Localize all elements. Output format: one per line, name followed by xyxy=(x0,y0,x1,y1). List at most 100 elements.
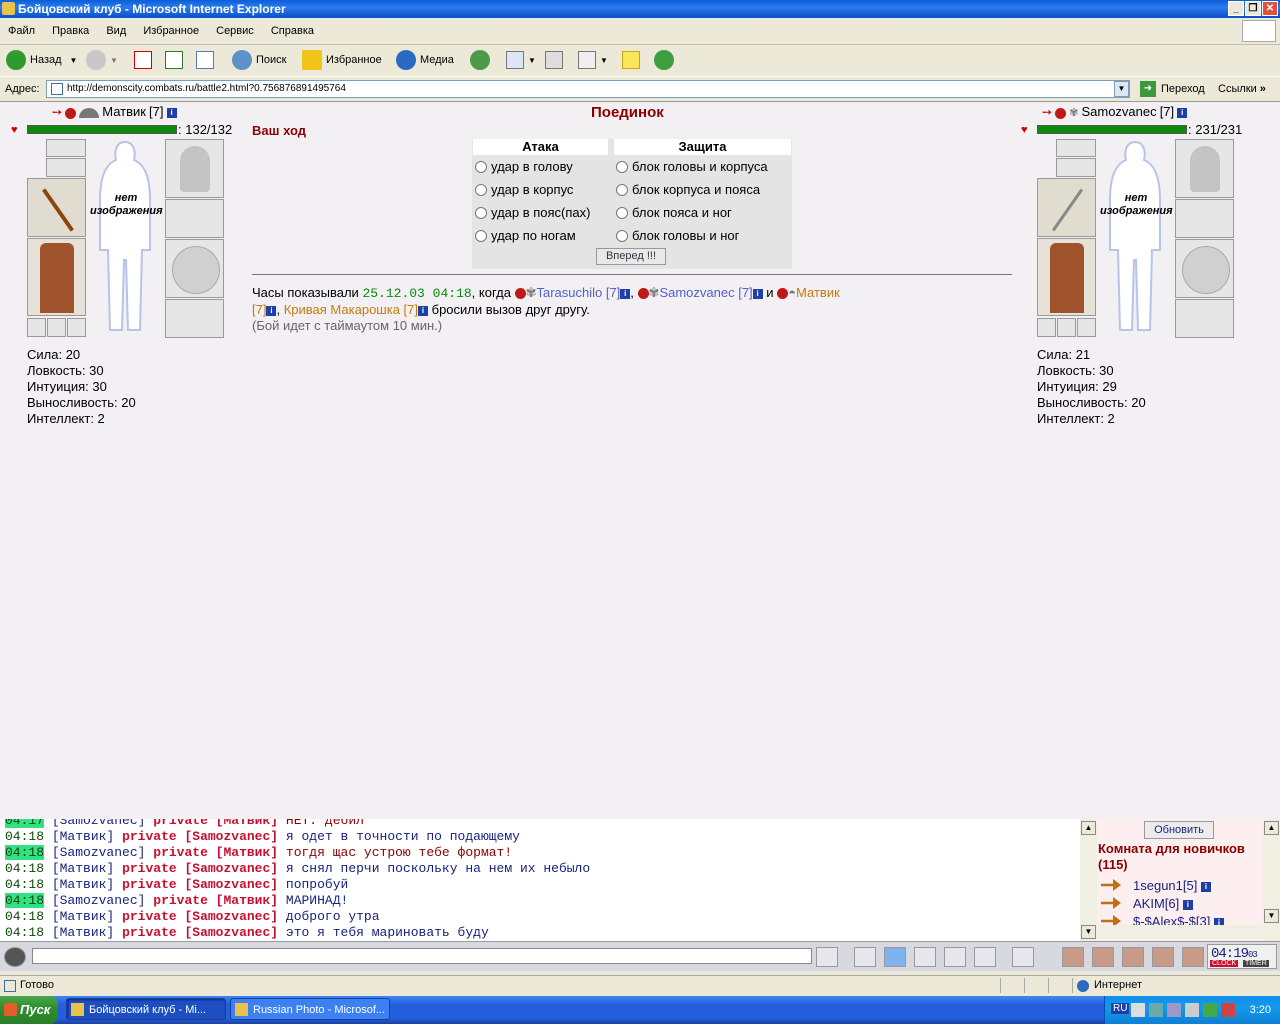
smile-icon[interactable] xyxy=(1012,947,1034,967)
tool-button-2[interactable] xyxy=(1092,947,1114,967)
forward-button[interactable]: ▼ xyxy=(86,49,118,71)
room-scrollbar[interactable]: ▲ ▼ xyxy=(1263,819,1280,941)
language-indicator[interactable]: RU xyxy=(1111,1003,1130,1014)
chat-sender[interactable]: [Samozvanec] xyxy=(52,845,146,860)
info-icon[interactable]: i xyxy=(1182,899,1193,910)
log-player-krivaya[interactable]: Кривая Макарошка [7] xyxy=(284,302,418,317)
tray-icon-3[interactable] xyxy=(1167,1003,1181,1017)
favorites-button[interactable]: Избранное xyxy=(302,49,382,71)
exit-button[interactable] xyxy=(1182,947,1204,967)
translit-button[interactable] xyxy=(974,947,996,967)
right-player-name[interactable]: Samozvanec xyxy=(1081,104,1156,119)
close-button[interactable]: ✕ xyxy=(1262,1,1278,16)
maximize-button[interactable]: ❐ xyxy=(1245,1,1261,16)
room-horizontal-scrollbar[interactable] xyxy=(1097,925,1263,939)
left-slot-helmet[interactable] xyxy=(165,139,224,198)
home-button[interactable] xyxy=(196,49,218,71)
right-slot-earrings[interactable] xyxy=(1056,139,1096,157)
left-slot-shield[interactable] xyxy=(165,239,224,298)
left-slot-ring-2[interactable] xyxy=(47,318,66,337)
info-icon[interactable]: i xyxy=(752,288,763,299)
go-button[interactable]: ➜ Переход xyxy=(1140,81,1205,97)
menu-tools[interactable]: Сервис xyxy=(208,18,260,37)
edit-button[interactable]: ▼ xyxy=(578,49,608,71)
attack-belt-radio[interactable] xyxy=(475,206,487,219)
left-slot-gloves[interactable] xyxy=(165,199,224,238)
notes-button[interactable] xyxy=(622,49,644,71)
left-slot-armor[interactable] xyxy=(27,238,86,316)
chat-scrollbar[interactable]: ▲ ▼ xyxy=(1080,819,1097,941)
links-button[interactable]: Ссылки » xyxy=(1218,83,1266,95)
chat-private-target[interactable]: private [Матвик] xyxy=(153,819,278,828)
info-icon[interactable]: i xyxy=(166,108,177,119)
info-icon[interactable]: i xyxy=(620,288,631,299)
chat-sender[interactable]: [Матвик] xyxy=(52,829,114,844)
right-slot-helmet[interactable] xyxy=(1175,139,1234,198)
left-slot-earrings[interactable] xyxy=(46,139,86,157)
attack-legs-radio[interactable] xyxy=(475,229,487,242)
log-player-tarasuchilo[interactable]: Tarasuchilo [7] xyxy=(536,285,620,300)
left-slot-ring-1[interactable] xyxy=(27,318,46,337)
chat-private-target[interactable]: private [Матвик] xyxy=(153,893,278,908)
tool-button-3[interactable] xyxy=(1122,947,1144,967)
tray-icon-2[interactable] xyxy=(1149,1003,1163,1017)
right-slot-ring-1[interactable] xyxy=(1037,318,1056,337)
back-button[interactable]: Назад ▼ xyxy=(6,49,77,71)
icq-button[interactable] xyxy=(654,49,678,71)
chat-private-target[interactable]: private [Samozvanec] xyxy=(122,829,278,844)
right-slot-ring-3[interactable] xyxy=(1077,318,1096,337)
info-icon[interactable]: i xyxy=(1200,881,1211,892)
history-button[interactable] xyxy=(470,49,494,71)
attack-legs-option[interactable]: удар по ногам xyxy=(475,228,576,243)
task-fight-club[interactable]: Бойцовский клуб - Mi... xyxy=(66,998,226,1020)
attack-head-radio[interactable] xyxy=(475,160,487,173)
chat-head-icon[interactable] xyxy=(4,947,26,967)
tool-button-4[interactable] xyxy=(1152,947,1174,967)
chat-private-target[interactable]: private [Samozvanec] xyxy=(122,861,278,876)
right-slot-shield[interactable] xyxy=(1175,239,1234,298)
forward-attack-button[interactable]: Вперед !!! xyxy=(596,248,666,265)
attack-belt-option[interactable]: удар в пояс(пах) xyxy=(475,205,590,220)
log-player-samozvanec[interactable]: Samozvanec [7] xyxy=(659,285,752,300)
task-russian-photo[interactable]: Russian Photo - Microsof... xyxy=(230,998,390,1020)
right-slot-boots[interactable] xyxy=(1175,299,1234,338)
address-input[interactable]: http://demonscity.combats.ru/battle2.htm… xyxy=(46,80,1130,98)
defense-head-legs-radio[interactable] xyxy=(616,229,628,242)
defense-head-body-option[interactable]: блок головы и корпуса xyxy=(616,159,768,174)
defense-head-body-radio[interactable] xyxy=(616,160,628,173)
chat-private-target[interactable]: private [Samozvanec] xyxy=(122,925,278,940)
tray-icon-5[interactable] xyxy=(1203,1003,1217,1017)
start-button[interactable]: Пуск xyxy=(0,996,58,1024)
defense-belt-legs-option[interactable]: блок пояса и ног xyxy=(616,205,732,220)
chat-private-target[interactable]: private [Матвик] xyxy=(153,845,278,860)
defense-body-belt-radio[interactable] xyxy=(616,183,628,196)
minimize-button[interactable]: _ xyxy=(1228,1,1244,16)
clear-button[interactable] xyxy=(854,947,876,967)
right-slot-ring-2[interactable] xyxy=(1057,318,1076,337)
menu-help[interactable]: Справка xyxy=(263,18,320,37)
scroll-down-icon[interactable]: ▼ xyxy=(1264,909,1279,923)
scroll-down-icon[interactable]: ▼ xyxy=(1081,925,1096,939)
menu-edit[interactable]: Правка xyxy=(44,18,95,37)
menu-favorites[interactable]: Избранное xyxy=(135,18,205,37)
tray-icon-4[interactable] xyxy=(1185,1003,1199,1017)
stop-button[interactable] xyxy=(134,49,156,71)
chat-sender[interactable]: [Матвик] xyxy=(52,925,114,940)
chat-private-target[interactable]: private [Samozvanec] xyxy=(122,877,278,892)
right-slot-gloves[interactable] xyxy=(1175,199,1234,238)
search-button[interactable]: Поиск xyxy=(232,49,286,71)
refresh-room-button[interactable]: Обновить xyxy=(1144,821,1214,839)
chat-private-target[interactable]: private [Samozvanec] xyxy=(122,909,278,924)
info-icon[interactable]: i xyxy=(418,305,428,316)
tray-icon-6[interactable] xyxy=(1221,1003,1235,1017)
mail-button[interactable]: ▼ xyxy=(506,49,536,71)
right-slot-amulet[interactable] xyxy=(1056,158,1096,177)
left-slot-boots[interactable] xyxy=(165,299,224,338)
room-user[interactable]: AKIM[6] i xyxy=(1133,896,1193,911)
media-button[interactable]: Медиа xyxy=(396,49,454,71)
chat-sender[interactable]: [Матвик] xyxy=(52,861,114,876)
info-icon[interactable]: i xyxy=(1177,108,1188,119)
right-slot-armor[interactable] xyxy=(1037,238,1096,316)
save-button[interactable] xyxy=(914,947,936,967)
chat-sender[interactable]: [Samozvanec] xyxy=(52,819,146,828)
